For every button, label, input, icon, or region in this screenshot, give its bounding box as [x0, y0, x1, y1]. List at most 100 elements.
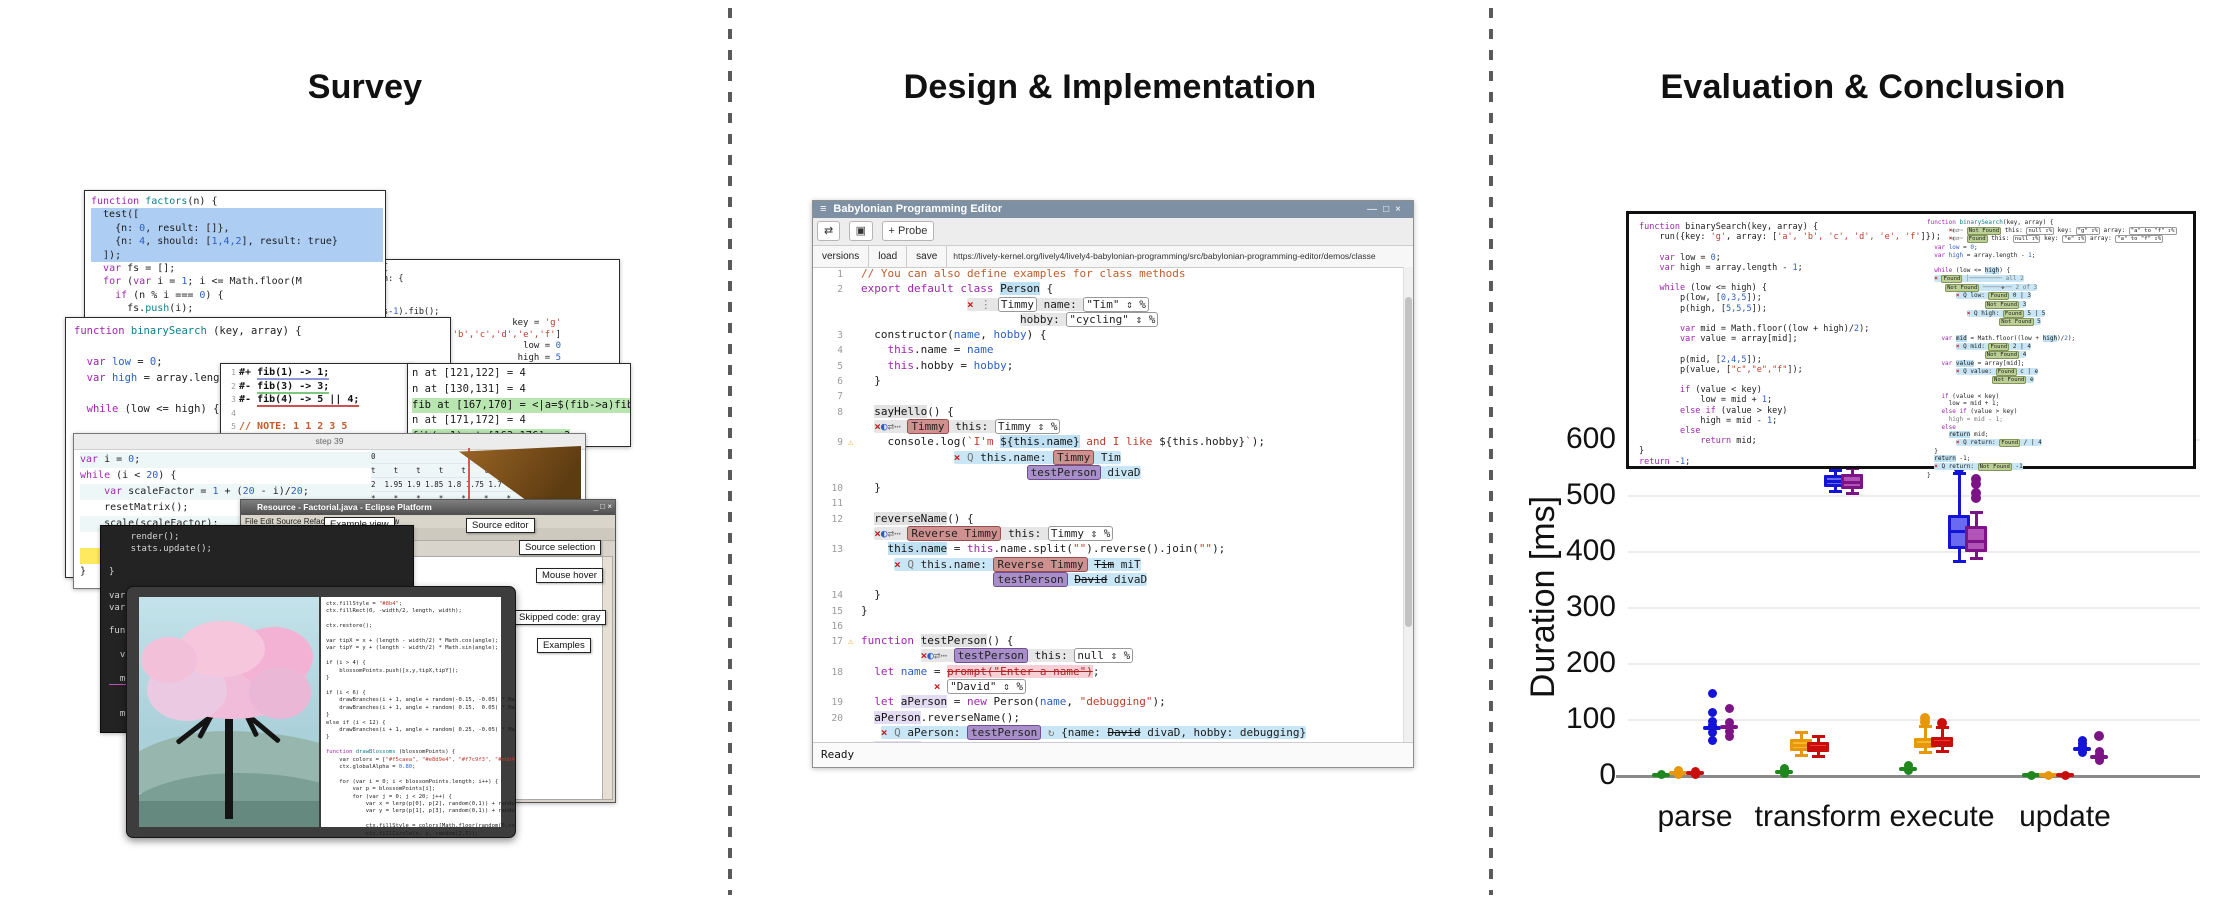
code-line [1927, 327, 2193, 335]
code-line: if (i > 4) { [326, 660, 516, 667]
code-line: × Q value: Found c | e [1927, 368, 2193, 377]
code-line: } [1927, 472, 2193, 480]
code-token: Timmy [1053, 450, 1094, 465]
tab-versions[interactable]: versions [813, 246, 869, 267]
code-token: miT [1114, 558, 1141, 571]
tab-save[interactable]: save [907, 246, 947, 267]
median-dash-purple [2090, 755, 2108, 759]
code-token: "#f5caea", "#e8d9e4", "#f7c9f3", "#ebb4c… [386, 757, 516, 763]
code-line: Not Found ─────◆── 2 of 3 [1927, 284, 2193, 293]
code-token: } [1927, 448, 1938, 455]
code-line: ctx.globalAlpha = 0.80; [326, 764, 516, 771]
code-token: p(value, [ [1639, 365, 1731, 375]
code-token: #- [239, 394, 257, 405]
code-token: Not Found [1978, 463, 2012, 471]
code-token: while [87, 403, 119, 415]
code-line: } [1639, 446, 1929, 456]
code-token [1639, 426, 1680, 436]
code-line: × Q this.name: Timmy Tim [813, 451, 1404, 466]
code-token: / | 4 [2020, 439, 2042, 446]
code-token: var [1927, 252, 1949, 259]
code-token: test([ [91, 209, 139, 220]
code-token: var [109, 603, 125, 613]
editor-title-bar: ≡Babylonian Programming Editor —□× [813, 201, 1413, 218]
code-line: var fs = []; [91, 262, 383, 275]
code-token: 'g' [545, 318, 561, 328]
scrollbar-thumb[interactable] [1405, 297, 1412, 627]
code-token: Timmy ⇕ % [995, 419, 1061, 434]
code-token: ); [1212, 542, 1225, 555]
code-token: "#8b4" [379, 601, 399, 607]
code-token: "debugging" [1080, 695, 1153, 708]
code-token: Not Found [1992, 376, 2026, 384]
babylonian-editor-window: ≡Babylonian Programming Editor —□× ⇄ ▣ +… [812, 200, 1414, 768]
code-token: ◐ [881, 420, 888, 433]
code-token: var [1659, 263, 1674, 273]
code-token: Q high: [1970, 310, 2003, 317]
minimize-icon[interactable]: — [1367, 204, 1383, 215]
editor-scrollbar[interactable] [1403, 267, 1413, 743]
code-token: = [947, 695, 967, 708]
outlier-point-purple [2094, 731, 2104, 741]
code-line: var tipY = y + (length - width/2) * Math… [326, 645, 516, 652]
editor-code-area[interactable]: 1 // You can also define examples for cl… [813, 267, 1404, 743]
code-token: let [874, 665, 894, 678]
code-token: this [888, 359, 915, 372]
code-token: Not Found [1985, 351, 2019, 359]
code-token [861, 665, 874, 678]
menu-icon[interactable]: ≡ [813, 203, 833, 215]
code-token: push [145, 303, 169, 314]
code-token: ) { [158, 470, 176, 481]
code-token: │───────── all 2 [1962, 275, 2023, 282]
code-token: } [109, 567, 114, 577]
code-line: 14 } [813, 588, 1404, 603]
code-line: } [1927, 448, 2193, 456]
code-token: factors [145, 196, 187, 207]
code-line: ctx.fillRect(0, -width/2, length, width)… [326, 608, 516, 615]
code-token [1639, 263, 1659, 273]
frame-icon-button[interactable]: ▣ [849, 221, 873, 241]
code-token: p(mid, [ [1639, 355, 1721, 365]
code-token: 5,5,5 [1726, 304, 1752, 314]
code-line: stats.update(); [109, 544, 212, 556]
code-token: "g" ⇕% [2076, 227, 2100, 235]
whisker-cap [1795, 754, 1808, 757]
median-dash-green [1652, 773, 1670, 777]
code-token: ⋯ [940, 649, 953, 662]
dotted-separator [728, 8, 732, 895]
code-token [91, 263, 103, 274]
code-token [1639, 436, 1700, 446]
code-token: , [980, 328, 993, 341]
code-token [74, 403, 87, 415]
code-token: (low <= [1956, 267, 1985, 274]
code-token: ) { [1027, 328, 1047, 341]
add-probe-button[interactable]: + Probe [882, 221, 935, 241]
code-token: Tim [1094, 451, 1121, 464]
code-line: for (var j = 0; j < 20; j++) { [326, 794, 516, 801]
code-token: 5 [556, 353, 561, 363]
code-token: low = [523, 341, 556, 351]
code-token: = array.length - [1963, 252, 2028, 259]
close-icon[interactable]: × [1395, 204, 1407, 215]
code-line: × Q return: Not Found -1 [1927, 463, 2193, 472]
code-token: var [1659, 253, 1674, 263]
tab-load[interactable]: load [869, 246, 907, 267]
callout-examples: Examples [537, 638, 591, 653]
code-token: else if [1927, 408, 1970, 415]
code-line: var tipX = x + (length - width/2) * Math… [326, 638, 516, 645]
median-dash-orange [2039, 773, 2057, 777]
code-line: n at [171,172] = 4 [412, 413, 630, 429]
data-point-blue [1708, 717, 1717, 726]
swap-icon-button[interactable]: ⇄ [817, 221, 840, 241]
code-token: name [967, 343, 994, 356]
code-token: × [874, 527, 881, 540]
code-token: return [1639, 457, 1670, 467]
maximize-icon[interactable]: □ [1383, 204, 1395, 215]
file-url[interactable]: https://lively-kernel.org/lively4/lively… [947, 246, 1381, 267]
code-line: var y = lerp(p[1], p[3], random(0,1)) + … [326, 808, 516, 815]
code-token [861, 711, 874, 724]
code-line: Not Found 4 [1927, 351, 2193, 360]
code-token: = array[mid]; [1974, 360, 2025, 367]
code-line: 15 } [813, 604, 1404, 619]
code-line: p(value, ["c","e","f"]); [1639, 365, 1929, 375]
